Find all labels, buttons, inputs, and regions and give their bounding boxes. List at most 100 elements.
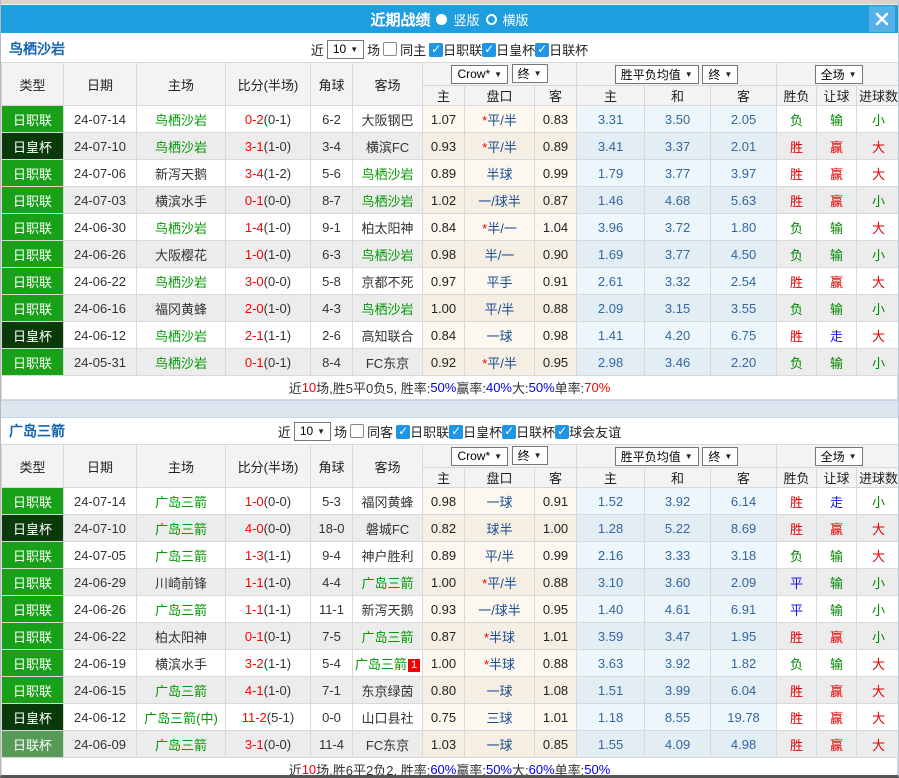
mean-company-select[interactable]: 胜平负均值▼ [615, 65, 699, 84]
away-team-cell[interactable]: 广岛三箭 [353, 569, 423, 596]
match-count-select[interactable]: 10▼ [294, 422, 331, 441]
home-team-cell[interactable]: 鸟栖沙岩 [137, 322, 226, 349]
home-team-cell[interactable]: 广岛三箭 [137, 731, 226, 758]
home-team-cell[interactable]: 横滨水手 [137, 650, 226, 677]
home-team-cell[interactable]: 鸟栖沙岩 [137, 106, 226, 133]
corner-cell: 7-1 [311, 677, 353, 704]
mean-final-select[interactable]: 终▼ [702, 447, 738, 466]
league-checkbox-label[interactable]: 日职联 [443, 43, 482, 58]
away-team-cell[interactable]: FC东京 [353, 349, 423, 376]
full-match-select[interactable]: 全场▼ [815, 447, 863, 466]
league-checkbox[interactable] [429, 43, 443, 57]
full-match-select[interactable]: 全场▼ [815, 65, 863, 84]
away-team-cell[interactable]: 东京绿茵 [353, 677, 423, 704]
away-team-cell[interactable]: FC东京 [353, 731, 423, 758]
league-checkbox[interactable] [396, 425, 410, 439]
away-team-cell[interactable]: 山口县社 [353, 704, 423, 731]
goals-result-cell: 小 [857, 569, 899, 596]
radio-horizontal[interactable] [486, 14, 497, 25]
away-team-cell[interactable]: 神户胜利 [353, 542, 423, 569]
home-team-cell[interactable]: 广岛三箭 [137, 488, 226, 515]
home-team-cell[interactable]: 广岛三箭 [137, 677, 226, 704]
home-team-cell[interactable]: 大阪樱花 [137, 241, 226, 268]
mean-home-cell: 1.52 [577, 488, 645, 515]
handicap-cell: 球半 [465, 515, 535, 542]
half-time-score: (1-1) [264, 602, 291, 617]
home-team-cell[interactable]: 鸟栖沙岩 [137, 133, 226, 160]
home-team-cell[interactable]: 广岛三箭 [137, 542, 226, 569]
league-checkbox[interactable] [535, 43, 549, 57]
away-team-cell[interactable]: 新泻天鹅 [353, 596, 423, 623]
odds-final-select[interactable]: 终▼ [512, 64, 548, 83]
home-team-cell[interactable]: 福冈黄蜂 [137, 295, 226, 322]
league-checkbox-label[interactable]: 日皇杯 [496, 43, 535, 58]
home-team-cell[interactable]: 鸟栖沙岩 [137, 349, 226, 376]
odds-company-select[interactable]: Crow*▼ [451, 65, 508, 84]
away-team-cell[interactable]: 广岛三箭 [353, 623, 423, 650]
vertical-mode-label[interactable]: 竖版 [453, 10, 479, 29]
odds-away-col: 客 [535, 86, 577, 106]
same-venue-checkbox[interactable] [350, 424, 364, 438]
league-checkbox-label[interactable]: 日皇杯 [463, 425, 502, 440]
away-team-cell[interactable]: 广岛三箭1 [353, 650, 423, 677]
league-checkbox[interactable] [449, 425, 463, 439]
away-team-cell[interactable]: 鸟栖沙岩 [353, 187, 423, 214]
summary-text-part: 赢率: [456, 378, 486, 397]
mean-group-header: 胜平负均值▼ 终▼ [577, 63, 777, 86]
league-checkbox[interactable] [502, 425, 516, 439]
match-count-select[interactable]: 10▼ [327, 40, 364, 59]
away-team-cell[interactable]: 福冈黄蜂 [353, 488, 423, 515]
away-team-cell[interactable]: 柏太阳神 [353, 214, 423, 241]
league-checkbox-label[interactable]: 日职联 [410, 425, 449, 440]
home-team-cell[interactable]: 川崎前锋 [137, 569, 226, 596]
close-button[interactable] [869, 6, 895, 32]
away-team-cell[interactable]: 高知联合 [353, 322, 423, 349]
mean-final-select[interactable]: 终▼ [702, 65, 738, 84]
league-checkbox-label[interactable]: 球会友谊 [569, 425, 621, 440]
full-time-score: 0-2 [245, 112, 264, 127]
home-team-cell[interactable]: 新泻天鹅 [137, 160, 226, 187]
league-checkbox-label[interactable]: 日联杯 [516, 425, 555, 440]
handicap-cell: *半球 [465, 623, 535, 650]
chevron-down-icon: ▼ [849, 70, 857, 79]
same-venue-label[interactable]: 同客 [367, 422, 393, 441]
away-team-cell[interactable]: 鸟栖沙岩 [353, 295, 423, 322]
league-type-cell: 日职联 [2, 160, 64, 187]
result-group-header: 全场▼ [777, 445, 899, 468]
date-cell: 24-07-03 [64, 187, 137, 214]
away-team-cell[interactable]: 大阪钢巴 [353, 106, 423, 133]
same-venue-checkbox[interactable] [383, 42, 397, 56]
mean-away-cell: 3.18 [711, 542, 777, 569]
away-team-cell[interactable]: 京都不死 [353, 268, 423, 295]
odds-final-select[interactable]: 终▼ [512, 446, 548, 465]
league-checkbox[interactable] [482, 43, 496, 57]
home-team-cell[interactable]: 鸟栖沙岩 [137, 214, 226, 241]
half-time-score: (1-0) [264, 575, 291, 590]
away-team-cell[interactable]: 鸟栖沙岩 [353, 241, 423, 268]
same-venue-label[interactable]: 同主 [400, 40, 426, 59]
handicap-cell: 三球 [465, 704, 535, 731]
home-team-cell[interactable]: 横滨水手 [137, 187, 226, 214]
home-team-cell[interactable]: 广岛三箭(中) [137, 704, 226, 731]
league-checkbox[interactable] [555, 425, 569, 439]
section-sanfrecce-hiroshima: 广岛三箭 近 10▼ 场 同客 日职联日皇杯日联杯球会友谊 类型 日期 [1, 418, 898, 778]
half-time-score: (0-1) [264, 629, 291, 644]
home-team-cell[interactable]: 广岛三箭 [137, 515, 226, 542]
home-team-cell[interactable]: 柏太阳神 [137, 623, 226, 650]
full-time-score: 1-4 [245, 220, 264, 235]
home-team-cell[interactable]: 广岛三箭 [137, 596, 226, 623]
horizontal-mode-label[interactable]: 横版 [503, 10, 529, 29]
away-team-cell[interactable]: 鸟栖沙岩 [353, 160, 423, 187]
table-row: 日职联24-06-15广岛三箭4-1(1-0)7-1东京绿茵0.80一球1.08… [2, 677, 899, 704]
radio-vertical-selected[interactable] [436, 14, 447, 25]
league-checkbox-label[interactable]: 日联杯 [549, 43, 588, 58]
goals-result-cell: 小 [857, 106, 899, 133]
away-team-cell[interactable]: 横滨FC [353, 133, 423, 160]
odds-company-select[interactable]: Crow*▼ [451, 447, 508, 466]
mean-company-select[interactable]: 胜平负均值▼ [615, 447, 699, 466]
home-team-cell[interactable]: 鸟栖沙岩 [137, 268, 226, 295]
away-odds-cell: 0.90 [535, 241, 577, 268]
handicap-result-cell: 走 [817, 488, 857, 515]
home-odds-cell: 0.93 [423, 596, 465, 623]
away-team-cell[interactable]: 磐城FC [353, 515, 423, 542]
